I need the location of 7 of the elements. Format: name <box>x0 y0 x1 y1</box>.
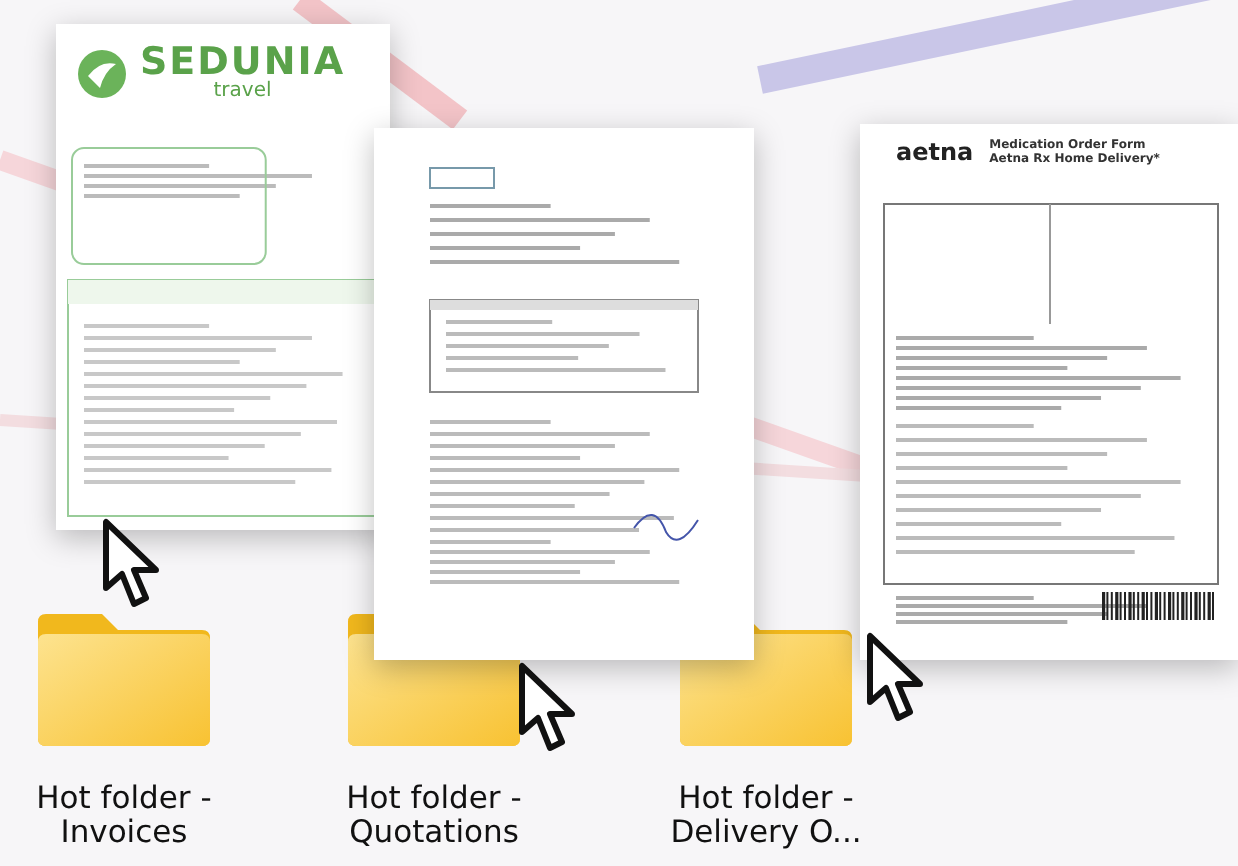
folder-label[interactable]: Hot folder - Delivery O... <box>642 782 890 852</box>
brand-name: aetna <box>896 140 974 164</box>
folder-icon[interactable] <box>34 610 214 750</box>
folder-label[interactable]: Hot folder - Quotations <box>310 782 558 852</box>
folder-label[interactable]: Hot folder - Invoices <box>0 782 248 852</box>
brand-name: SEDUNIA <box>140 44 346 82</box>
brand-tagline: travel <box>211 82 274 102</box>
